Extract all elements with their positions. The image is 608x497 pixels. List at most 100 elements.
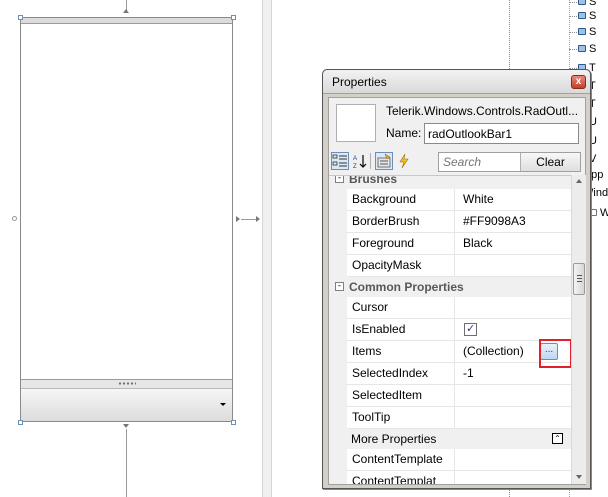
property-value[interactable] [460,471,570,484]
property-name: BorderBrush [351,211,455,233]
scroll-up-arrow-icon[interactable] [576,179,582,183]
bottom-anchor-arrow-icon [123,424,129,428]
property-name: Foreground [351,233,455,255]
categorized-view-icon [332,154,347,167]
category-brushes[interactable]: - Brushes [329,175,571,189]
designer-splitter[interactable] [262,0,272,497]
property-row-contenttemplate[interactable]: ContentTemplate [329,449,571,471]
property-row-contenttemplat[interactable]: ContentTemplat [329,471,571,484]
row-gutter [329,255,347,277]
property-value[interactable] [460,449,570,471]
property-value[interactable] [460,407,570,429]
right-anchor-arrowhead-icon [256,216,260,222]
property-grid[interactable]: - Brushes Background White BorderBrush #… [329,175,571,484]
designer-surface[interactable] [0,0,262,497]
category-label: Brushes [349,175,398,186]
search-box[interactable]: Clear [438,152,581,172]
name-field[interactable] [424,123,579,144]
tree-item[interactable]: S [569,0,608,9]
row-gutter [329,363,347,385]
row-gutter [329,319,347,341]
properties-window[interactable]: Properties x Telerik.Windows.Controls.Ra… [322,69,591,489]
property-name: ToolTip [351,407,455,429]
property-value[interactable] [460,385,570,407]
alphabetical-sort-icon: A Z [353,155,367,170]
right-anchor-arrow-icon [236,216,240,222]
tree-item[interactable]: W [589,206,608,220]
clear-button[interactable]: Clear [520,153,580,171]
property-value[interactable]: #FF9098A3 [460,211,570,233]
properties-title-bar[interactable]: Properties x [323,70,590,94]
row-gutter [329,297,347,319]
close-button[interactable]: x [571,75,586,89]
more-properties-row[interactable]: More Properties ⌃ [329,429,571,449]
property-name: ContentTemplat [351,471,455,484]
tree-item-label: S [589,10,597,22]
splitter-grip-icon [117,382,136,385]
resize-handle-bottom-left[interactable] [18,420,23,425]
rad-outlook-bar-control[interactable] [20,17,233,422]
scroll-thumb[interactable] [573,263,585,295]
properties-toolbar: A Z Search Clear [329,150,585,174]
tree-item[interactable]: S [569,42,608,56]
tree-connector [569,16,577,17]
property-row-borderbrush[interactable]: BorderBrush #FF9098A3 [329,211,571,233]
file-icon [578,12,586,19]
property-row-isenabled[interactable]: IsEnabled [329,319,571,341]
property-value[interactable] [460,297,570,319]
property-value[interactable]: Black [460,233,570,255]
properties-view-button[interactable] [375,152,393,170]
top-anchor-arrow-icon [123,9,129,13]
property-grid-scrollbar[interactable] [571,175,586,484]
overflow-dropdown-icon[interactable] [220,403,226,406]
tree-item-label: S [589,26,597,38]
tree-item[interactable]: S [569,25,608,39]
property-value[interactable] [460,255,570,277]
category-common-properties[interactable]: - Common Properties [329,277,571,297]
svg-text:A: A [353,156,357,162]
categorized-view-button[interactable] [331,152,349,170]
property-name: Background [351,189,455,211]
isenabled-checkbox[interactable] [464,322,477,336]
property-row-items[interactable]: Items (Collection) ... [329,341,571,363]
tree-connector [569,2,577,3]
toolbar-separator [370,153,371,169]
right-anchor-line [241,219,257,220]
alphabetical-sort-button[interactable]: A Z [351,152,369,170]
scroll-grip-icon [577,275,582,282]
name-label: Name: [386,126,422,140]
property-value[interactable]: White [460,189,570,211]
resize-handle-bottom-right[interactable] [231,420,236,425]
property-row-selecteditem[interactable]: SelectedItem [329,385,571,407]
row-gutter [329,341,347,363]
tree-item[interactable]: S [569,9,608,23]
left-anchor-handle[interactable] [12,216,17,221]
outlook-bar-footer[interactable] [21,389,232,421]
property-row-foreground[interactable]: Foreground Black [329,233,571,255]
row-gutter [329,449,347,471]
property-row-cursor[interactable]: Cursor [329,297,571,319]
tree-item-label: W [600,207,608,219]
object-type-label: Telerik.Windows.Controls.RadOutl... [386,104,579,118]
resize-handle-top-right[interactable] [231,15,236,20]
row-gutter [329,407,347,429]
expand-up-icon[interactable]: ⌃ [552,433,563,444]
property-row-selectedindex[interactable]: SelectedIndex -1 [329,363,571,385]
more-properties-label: More Properties [351,432,437,446]
search-input[interactable] [439,153,519,171]
property-row-background[interactable]: Background White [329,189,571,211]
scroll-down-arrow-icon[interactable] [576,475,582,479]
events-button[interactable] [395,152,413,170]
file-icon [578,0,586,5]
category-label: Common Properties [349,280,464,294]
collapse-toggle-icon[interactable]: - [335,282,344,291]
collapse-toggle-icon[interactable]: - [335,176,344,183]
tree-item-label: S [589,0,597,8]
row-gutter [329,233,347,255]
resize-handle-top-left[interactable] [18,15,23,20]
events-icon [399,153,409,169]
property-name: Items [351,341,455,363]
outlook-bar-splitter[interactable] [21,379,232,389]
property-row-opacitymask[interactable]: OpacityMask [329,255,571,277]
property-row-tooltip[interactable]: ToolTip [329,407,571,429]
